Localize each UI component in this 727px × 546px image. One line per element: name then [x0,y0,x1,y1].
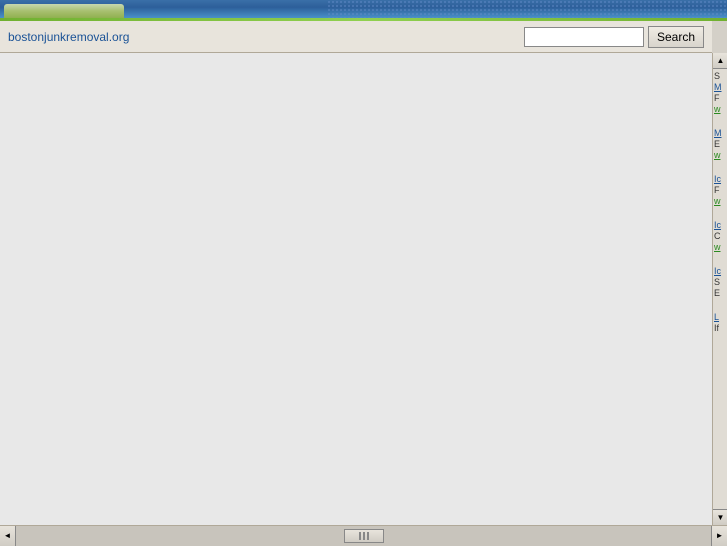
scroll-up-button[interactable]: ▲ [713,53,727,69]
sidebar-text: If [714,323,726,333]
scroll-left-button[interactable]: ◄ [0,526,16,546]
scroll-right-button[interactable]: ► [711,526,727,546]
sidebar-link-blue[interactable]: Ic [714,174,726,184]
bottom-scrollbar: ◄ ► [0,525,727,545]
main-layout: ▲ S M F w M E w Ic F w Ic [0,53,727,525]
sidebar-link-blue[interactable]: L [714,312,726,322]
sidebar-item: L If [714,312,726,333]
sidebar-text: S [714,71,726,81]
right-sidebar: ▲ S M F w M E w Ic F w Ic [712,53,727,525]
sidebar-link-green[interactable]: w [714,104,726,114]
site-url-link[interactable]: bostonjunkremoval.org [8,30,129,44]
sidebar-item: Ic F w [714,174,726,206]
sidebar-item: Ic S E [714,266,726,298]
sidebar-item: M E w [714,128,726,160]
sidebar-content: S M F w M E w Ic F w Ic C w [713,69,727,509]
sidebar-item: Ic C w [714,220,726,252]
search-area: Search [524,26,704,48]
toolbar: bostonjunkremoval.org Search [0,21,712,53]
search-input[interactable] [524,27,644,47]
header-bar [0,0,727,18]
sidebar-link-green[interactable]: w [714,150,726,160]
sidebar-item: S M F w [714,71,726,114]
header-dots [327,0,727,18]
sidebar-text: E [714,288,726,298]
scroll-down-button[interactable]: ▼ [713,509,727,525]
sidebar-link-blue[interactable]: Ic [714,220,726,230]
sidebar-text: C [714,231,726,241]
header-tab [4,4,124,18]
sidebar-link-blue[interactable]: Ic [714,266,726,276]
sidebar-link-green[interactable]: w [714,242,726,252]
sidebar-link-blue[interactable]: M [714,128,726,138]
content-area [0,53,712,525]
sidebar-text: E [714,139,726,149]
sidebar-link-green[interactable]: w [714,196,726,206]
sidebar-text: F [714,185,726,195]
sidebar-text: F [714,93,726,103]
scroll-track [16,526,711,546]
search-button[interactable]: Search [648,26,704,48]
scroll-thumb[interactable] [344,529,384,543]
sidebar-link-blue[interactable]: M [714,82,726,92]
sidebar-text: S [714,277,726,287]
